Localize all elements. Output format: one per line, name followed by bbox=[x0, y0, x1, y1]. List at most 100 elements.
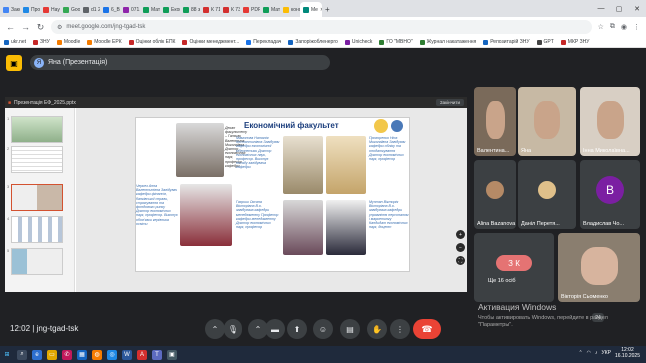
browser-tab[interactable]: Зако bbox=[0, 2, 20, 17]
participant-tile[interactable]: В Владислав Чо... bbox=[580, 160, 640, 229]
start-icon[interactable]: ⊞ bbox=[2, 350, 12, 360]
zoom-in-icon[interactable]: + bbox=[456, 230, 465, 239]
presenter-avatar: Я bbox=[34, 57, 44, 68]
url-input[interactable]: ⚙ meet.google.com/jng-tgad-tsk bbox=[51, 20, 592, 34]
more-audio-options-button[interactable]: ⌃ bbox=[205, 319, 225, 339]
edge-icon[interactable]: e bbox=[32, 349, 42, 360]
teams-icon[interactable]: T bbox=[152, 349, 162, 360]
browser-tab[interactable]: 88 з bbox=[180, 2, 200, 17]
raise-hand-button[interactable]: ✋ bbox=[367, 319, 387, 339]
slide-thumbnail[interactable]: 4 bbox=[7, 216, 64, 243]
browser-tab[interactable]: Матр bbox=[140, 2, 160, 17]
explorer-icon[interactable]: ▭ bbox=[47, 349, 57, 360]
bookmark-item[interactable]: Репозитарій ЗНУ bbox=[483, 39, 530, 45]
participant-name: Вікторія Сьоменко bbox=[561, 294, 608, 300]
bookmark-icon bbox=[483, 39, 489, 45]
slide-thumbnail[interactable]: 3 bbox=[7, 184, 64, 211]
bookmark-icon bbox=[4, 39, 9, 45]
slide-thumbnail[interactable]: 1 bbox=[7, 116, 64, 143]
forward-icon[interactable]: → bbox=[21, 22, 30, 32]
star-icon[interactable]: ☆ bbox=[598, 23, 604, 31]
participant-avatar: В bbox=[596, 176, 624, 204]
bookmark-item[interactable]: Оцінки менеджмент... bbox=[182, 39, 239, 45]
bookmark-item[interactable]: Оцінки облік ЕПК bbox=[128, 39, 175, 45]
bookmark-item[interactable]: GPT bbox=[536, 39, 554, 45]
calendar-icon[interactable]: ▦ bbox=[77, 349, 87, 360]
bookmark-item[interactable]: Перекладач bbox=[246, 39, 281, 45]
browser-tab[interactable]: Наук bbox=[40, 2, 60, 17]
person-text: Прохоренко Ніна Миколаївна Завідувач каф… bbox=[369, 136, 406, 162]
microphone-button[interactable]: 🎙 bbox=[224, 319, 242, 339]
search-icon[interactable]: ⌕ bbox=[17, 349, 27, 360]
browser-tab[interactable]: Профе bbox=[20, 2, 40, 17]
bookmark-icon bbox=[246, 39, 252, 45]
captions-button[interactable]: ▤ bbox=[340, 319, 360, 339]
browser-tab[interactable]: 6_Вн bbox=[100, 2, 120, 17]
participant-tile[interactable]: Вікторія Сьоменко bbox=[558, 233, 640, 302]
language-indicator[interactable]: УКР bbox=[602, 350, 611, 356]
firefox-icon[interactable]: ◍ bbox=[92, 349, 102, 360]
zoom-out-icon[interactable]: − bbox=[456, 243, 465, 252]
volume-icon[interactable]: ♪ bbox=[595, 350, 598, 356]
browser-tab[interactable]: Googl bbox=[60, 2, 80, 17]
browser-tab[interactable]: К 71 bbox=[200, 2, 220, 17]
bookmark-item[interactable]: Moodle ЕРК bbox=[87, 39, 122, 45]
participant-tile[interactable]: Інна Миколаївна... bbox=[580, 87, 640, 156]
camera-button[interactable]: ▬ bbox=[265, 319, 285, 339]
browser-tab[interactable]: Матр bbox=[260, 2, 280, 17]
more-options-button[interactable]: ⋮ bbox=[390, 319, 410, 339]
browser-tab[interactable]: d1 20 bbox=[80, 2, 100, 17]
stop-presentation-button[interactable]: Закінчити bbox=[435, 99, 464, 106]
leave-call-button[interactable]: ☎ bbox=[413, 319, 441, 339]
tab-label: конф bbox=[291, 6, 300, 13]
word-icon[interactable]: W bbox=[122, 349, 132, 360]
menu-icon[interactable]: ⋮ bbox=[633, 23, 640, 31]
bookmark-item[interactable]: ukr.net bbox=[4, 39, 26, 45]
back-icon[interactable]: ← bbox=[6, 22, 15, 32]
bookmark-item[interactable]: Moodle bbox=[56, 39, 81, 45]
minimize-icon[interactable]: — bbox=[592, 0, 610, 17]
bookmark-item[interactable]: ЗНУ bbox=[33, 39, 50, 45]
profile-icon[interactable]: ◉ bbox=[621, 23, 627, 31]
participant-tile[interactable]: Даніл Перетя... bbox=[518, 160, 576, 229]
tab-favicon-icon bbox=[183, 6, 189, 13]
participant-tile[interactable]: Alina Bazanova bbox=[474, 160, 516, 229]
slide-thumbnail[interactable]: 2 bbox=[7, 146, 64, 173]
bookmark-item[interactable]: МКР ЗНУ bbox=[560, 39, 589, 45]
participant-tile[interactable]: Валентина... bbox=[474, 87, 516, 156]
extensions-icon[interactable]: ⧉ bbox=[610, 23, 615, 31]
browser-tab[interactable]: К 73- bbox=[220, 2, 240, 17]
participant-tile[interactable]: З К Ще 16 осіб bbox=[474, 233, 554, 302]
tab-favicon-icon bbox=[83, 6, 89, 13]
browser-tab[interactable]: конф bbox=[280, 2, 300, 17]
new-tab-button[interactable]: + bbox=[322, 2, 342, 17]
fullscreen-icon[interactable]: ⛶ bbox=[456, 256, 465, 265]
clock-date: 16.10.2025 bbox=[614, 353, 640, 359]
emoji-button[interactable]: ☺ bbox=[313, 319, 333, 339]
close-window-icon[interactable]: ✕ bbox=[628, 0, 646, 17]
participant-tile[interactable]: Яна bbox=[518, 87, 576, 156]
chevron-up-icon[interactable]: ⌃ bbox=[578, 350, 582, 356]
bookmark-item[interactable]: Unicheck bbox=[344, 39, 372, 45]
presentation-filename: Презентація ЕФ_2025.pptx bbox=[14, 99, 76, 106]
wifi-icon[interactable]: ◠ bbox=[587, 350, 591, 356]
clock[interactable]: 12:02 16.10.2025 bbox=[615, 347, 640, 359]
app-icon[interactable]: ▣ bbox=[167, 349, 177, 360]
bookmark-item[interactable]: ГО "МВНО" bbox=[379, 39, 413, 45]
present-button[interactable]: ⬆ bbox=[287, 319, 307, 339]
browser-tab[interactable]: 071.e bbox=[120, 2, 140, 17]
site-info-icon[interactable]: ⚙ bbox=[57, 24, 62, 31]
viber-icon[interactable]: ✆ bbox=[62, 349, 72, 360]
reload-icon[interactable]: ↻ bbox=[36, 22, 45, 33]
acrobat-icon[interactable]: A bbox=[137, 349, 147, 360]
bookmark-item[interactable]: Запоріжобленерго bbox=[288, 39, 338, 45]
tab-favicon-icon bbox=[23, 6, 29, 13]
maximize-icon[interactable]: ▢ bbox=[610, 0, 628, 17]
bookmark-item[interactable]: Журнал накатаження bbox=[419, 39, 476, 45]
chrome-icon[interactable]: ◎ bbox=[107, 349, 117, 360]
slide-thumbnail[interactable]: 5 bbox=[7, 248, 64, 275]
browser-tab[interactable]: Еконо bbox=[160, 2, 180, 17]
bookmark-label: Moodle bbox=[63, 39, 81, 45]
browser-tab[interactable]: PDF к bbox=[240, 2, 260, 17]
browser-tab[interactable]: Me✕ bbox=[300, 2, 322, 17]
